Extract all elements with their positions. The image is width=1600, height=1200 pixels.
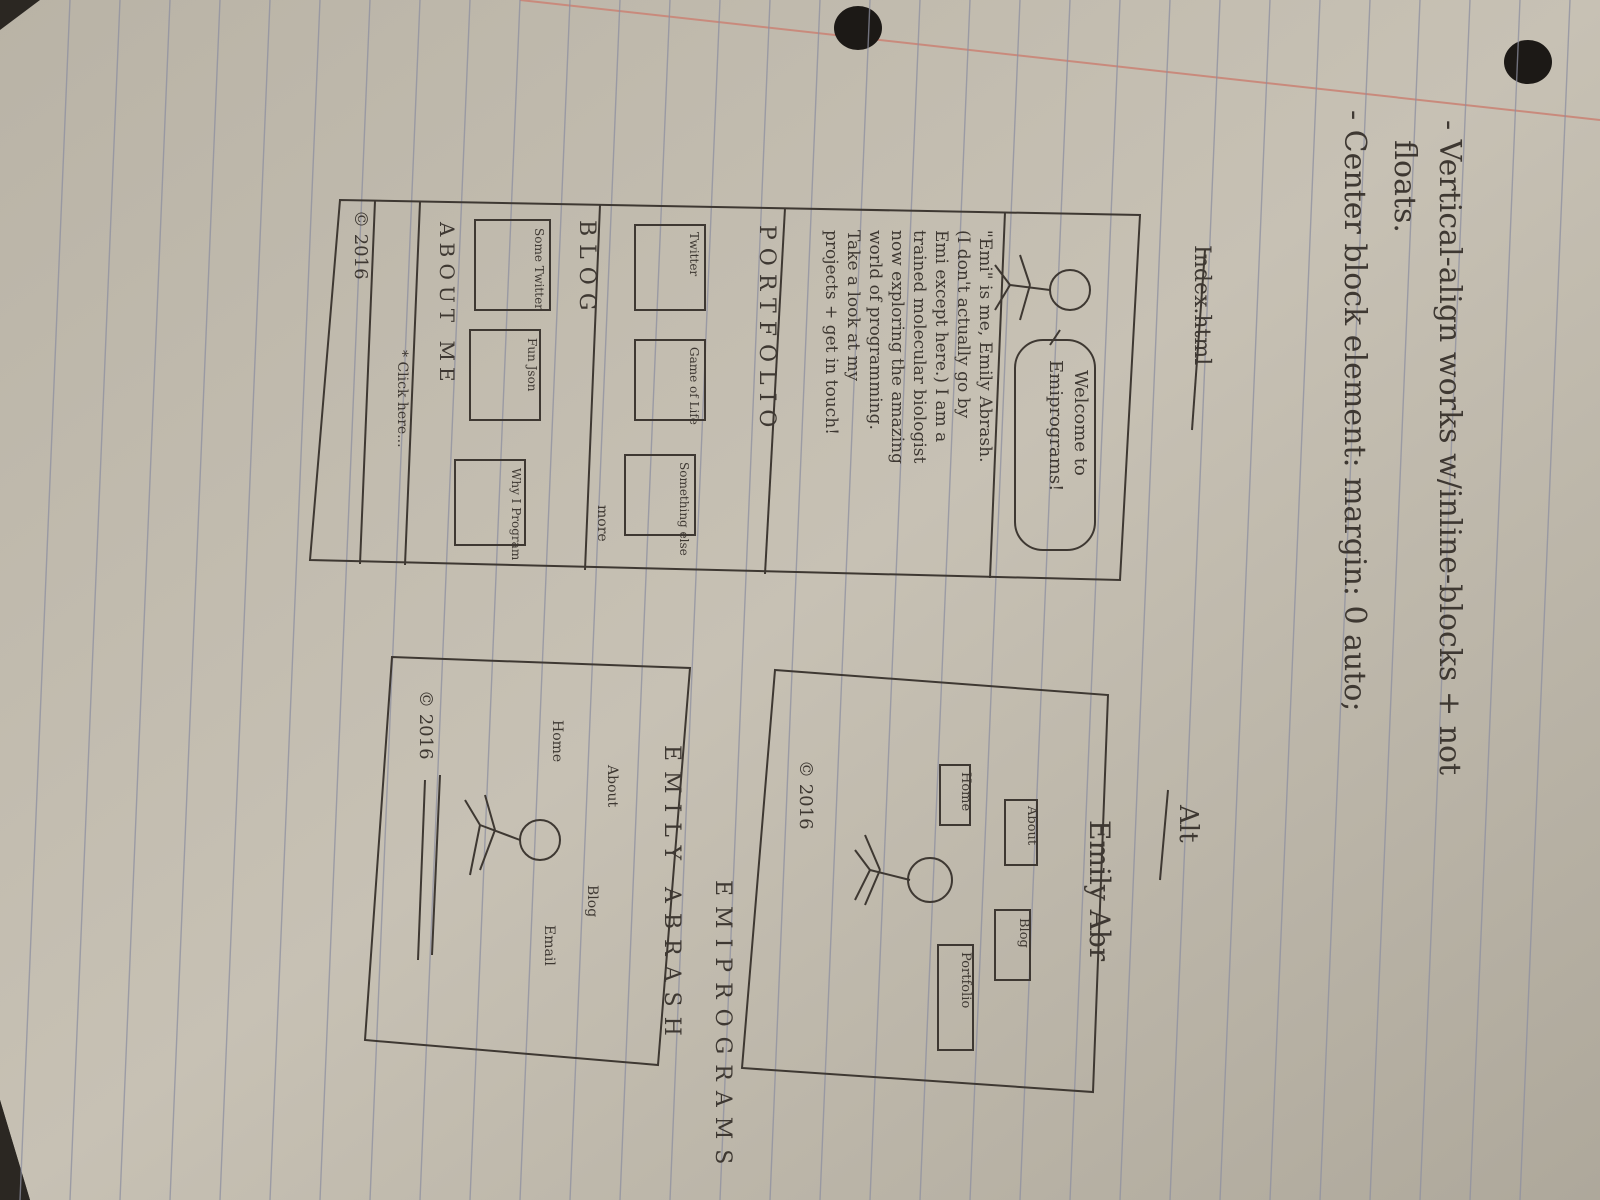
alt1-footer: © 2016 xyxy=(795,760,816,830)
portfolio-card-title[interactable]: Something else xyxy=(677,462,691,556)
portfolio-card-title[interactable]: Twitter xyxy=(687,232,701,276)
svg-text:(I don't actually go by: (I don't actually go by xyxy=(953,230,973,419)
note-line-2: floats. xyxy=(1387,140,1422,233)
binder-hole xyxy=(1504,40,1552,84)
alt2-nav-link[interactable]: About xyxy=(604,764,620,808)
portfolio-more-link[interactable]: more xyxy=(594,505,610,542)
welcome-text: Welcome to xyxy=(1070,370,1091,476)
alt1-nav-button[interactable]: About xyxy=(1024,805,1039,846)
alt2-title: EMIPROGRAMS xyxy=(710,880,735,1174)
svg-text:projects + get in touch!: projects + get in touch! xyxy=(821,230,841,435)
note-line-1: - Vertical-align works w/inline-blocks +… xyxy=(1432,120,1467,775)
svg-text:Take a look at my: Take a look at my xyxy=(843,230,863,382)
about-click-link[interactable]: * Click here... xyxy=(394,350,410,448)
welcome-text-2: Emiprograms! xyxy=(1045,360,1066,491)
alt-label: Alt xyxy=(1173,804,1203,843)
about-heading: ABOUT ME xyxy=(435,221,459,388)
alt1-nav-button[interactable]: Home xyxy=(958,772,973,811)
blog-card-title[interactable]: Some Twitter xyxy=(532,228,546,310)
alt1-name: Emily Abr xyxy=(1083,820,1116,962)
svg-text:now exploring the amazing: now exploring the amazing xyxy=(887,230,907,464)
svg-text:Emi except here.) I am a: Emi except here.) I am a xyxy=(931,230,951,442)
svg-text:"Emi" is me, Emily Abrash.: "Emi" is me, Emily Abrash. xyxy=(975,230,995,462)
alt2-name: EMILY ABRASH xyxy=(659,745,684,1046)
svg-text:world of programming.: world of programming. xyxy=(865,230,885,430)
portfolio-card-title[interactable]: Game of Life xyxy=(687,347,701,425)
note-line-3: - Center block element: margin: 0 auto; xyxy=(1337,110,1372,712)
svg-text:trained molecular biologist: trained molecular biologist xyxy=(909,230,929,464)
blog-heading: BLOG xyxy=(574,220,599,318)
blog-card-title[interactable]: Fun Json xyxy=(525,338,539,392)
blog-card-title[interactable]: Why I Program xyxy=(509,468,523,561)
binder-hole xyxy=(834,6,882,50)
alt1-nav-button[interactable]: Blog xyxy=(1016,918,1031,948)
index-footer: © 2016 xyxy=(350,210,371,280)
alt2-footer: © 2016 xyxy=(415,690,436,760)
alt2-nav-link[interactable]: Home xyxy=(549,720,565,762)
alt1-nav-button[interactable]: Portfolio xyxy=(958,952,973,1008)
notebook-page: - Vertical-align works w/inline-blocks +… xyxy=(0,0,1600,1200)
alt2-nav-link[interactable]: Email xyxy=(541,925,557,966)
alt2-nav-link[interactable]: Blog xyxy=(584,885,600,917)
portfolio-heading: PORTFOLIO xyxy=(754,225,779,435)
